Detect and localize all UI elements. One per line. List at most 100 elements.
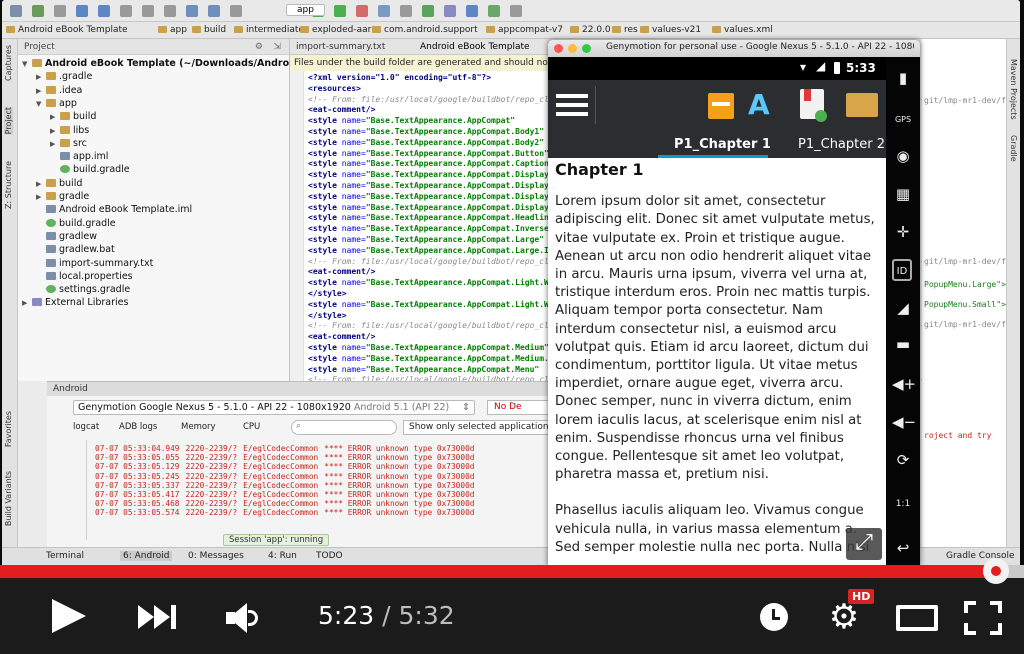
toolbar-icon[interactable]: [164, 5, 176, 17]
device-select[interactable]: Genymotion Google Nexus 5 - 5.1.0 - API …: [73, 400, 475, 415]
maximize-icon[interactable]: [582, 44, 591, 53]
next-icon[interactable]: [138, 605, 178, 629]
fullscreen-icon[interactable]: ⤢: [846, 528, 882, 560]
breadcrumb-item[interactable]: build: [192, 25, 226, 35]
tree-row[interactable]: ▶ .idea: [36, 84, 82, 97]
sms-icon[interactable]: ▬: [892, 333, 914, 355]
toolbar-icon[interactable]: [510, 5, 522, 17]
project-panel-title[interactable]: Project: [24, 42, 55, 52]
tree-row[interactable]: ▶ build: [36, 177, 82, 190]
chevron-right-icon[interactable]: ▶: [36, 85, 44, 98]
bookmark-add-icon[interactable]: [800, 89, 827, 122]
breadcrumb-item[interactable]: exploded-aar: [300, 25, 371, 35]
breadcrumb-item[interactable]: com.android.support: [372, 25, 478, 35]
tab-project[interactable]: Project: [4, 107, 13, 135]
chevron-right-icon[interactable]: ▶: [36, 71, 44, 84]
toolbar-icon[interactable]: [230, 5, 242, 17]
tab-gradle[interactable]: Gradle: [1009, 135, 1018, 162]
battery-widget-icon[interactable]: ▮: [892, 67, 914, 89]
chevron-right-icon[interactable]: ▶: [50, 125, 58, 138]
volume-icon[interactable]: [226, 603, 270, 633]
breadcrumb-item[interactable]: app: [158, 25, 187, 35]
breadcrumb-item[interactable]: res: [612, 25, 638, 35]
tree-row[interactable]: Android eBook Template.iml: [36, 203, 192, 216]
tab-messages[interactable]: 0: Messages: [188, 551, 244, 561]
toolbar-icon[interactable]: [98, 5, 110, 17]
breadcrumb-item[interactable]: appcompat-v7: [486, 25, 563, 35]
tab-run[interactable]: 4: Run: [268, 551, 297, 561]
back-icon[interactable]: ↩: [892, 537, 914, 559]
tree-row[interactable]: settings.gradle: [36, 283, 130, 296]
webcam-icon[interactable]: ◉: [892, 145, 914, 167]
network-icon[interactable]: ◢: [892, 297, 914, 319]
tree-row[interactable]: ▶ External Libraries: [22, 296, 128, 309]
toolbar-icon[interactable]: [488, 5, 500, 17]
fullscreen-player-icon[interactable]: [964, 601, 1002, 635]
breadcrumb-item[interactable]: values-v21: [640, 25, 701, 35]
toolbar-icon[interactable]: [120, 5, 132, 17]
tab-logcat[interactable]: logcat: [73, 422, 99, 432]
close-icon[interactable]: [554, 44, 563, 53]
id-icon[interactable]: ID: [892, 259, 912, 281]
tab-captures[interactable]: Captures: [4, 45, 13, 81]
tab-cpu[interactable]: CPU: [233, 422, 260, 432]
tree-row[interactable]: local.properties: [36, 270, 133, 283]
toolbar-icon[interactable]: [186, 5, 198, 17]
minimize-icon[interactable]: [568, 44, 577, 53]
chevron-down-icon[interactable]: ▼: [22, 58, 30, 71]
settings-icon[interactable]: ⚙: [255, 42, 263, 52]
chevron-down-icon[interactable]: ▼: [36, 98, 44, 111]
chevron-right-icon[interactable]: ▶: [36, 191, 44, 204]
breadcrumb-item[interactable]: Android eBook Template: [6, 25, 128, 35]
settings-gear-icon[interactable]: ⚙: [826, 599, 862, 635]
tree-row[interactable]: app.iml: [50, 150, 108, 163]
toolbar-icon[interactable]: [142, 5, 154, 17]
toolbar-icon[interactable]: [10, 5, 22, 17]
tree-row[interactable]: ▶ build: [50, 110, 96, 123]
toolbar-icon[interactable]: [32, 5, 44, 17]
breadcrumb-item[interactable]: values.xml: [712, 25, 773, 35]
toolbar-icon[interactable]: [400, 5, 412, 17]
gps-icon[interactable]: GPS: [892, 105, 914, 127]
toolbar-icon[interactable]: [208, 5, 220, 17]
rotate-icon[interactable]: ⟳: [892, 449, 914, 471]
chevron-right-icon[interactable]: ▶: [50, 111, 58, 124]
collapse-icon[interactable]: ⇲: [273, 42, 281, 52]
breadcrumb-item[interactable]: intermediates: [234, 25, 309, 35]
watch-later-icon[interactable]: [760, 603, 788, 631]
tab-android-ebook-template[interactable]: Android eBook Template: [420, 42, 530, 52]
tab-terminal[interactable]: Terminal: [46, 551, 84, 561]
tab-maven-projects[interactable]: Maven Projects: [1009, 59, 1018, 120]
capture-icon[interactable]: ▦: [892, 183, 914, 205]
font-icon[interactable]: A: [748, 88, 778, 122]
tab-android[interactable]: 6: Android: [120, 551, 173, 561]
filter-select[interactable]: Show only selected application: [403, 420, 553, 435]
toolbar-icon[interactable]: [466, 5, 478, 17]
dpad-icon[interactable]: ✛: [892, 221, 914, 243]
tree-row[interactable]: ▶ src: [50, 137, 87, 150]
tree-row[interactable]: gradlew: [36, 230, 97, 243]
tab-import-summary[interactable]: import-summary.txt: [296, 42, 385, 52]
tree-row[interactable]: ▶ libs: [50, 124, 89, 137]
tab-build-variants[interactable]: Build Variants: [4, 471, 13, 526]
logcat-search-input[interactable]: ⌕: [291, 420, 397, 435]
tree-row[interactable]: build.gradle: [50, 163, 130, 176]
tab-chapter-1[interactable]: P1_Chapter 1: [674, 137, 771, 152]
tab-gradle-console[interactable]: Gradle Console: [946, 551, 1015, 561]
pixel-perfect-icon[interactable]: 1:1: [892, 493, 914, 515]
volume-down-icon[interactable]: ◀−: [892, 411, 916, 433]
run-config-select[interactable]: app: [286, 4, 325, 16]
volume-up-icon[interactable]: ◀+: [892, 373, 916, 395]
logcat-output[interactable]: 07-07 05:33:04.949 2220-2239/? E/eglCodecC…: [95, 444, 480, 518]
toolbar-icon[interactable]: [334, 5, 346, 17]
play-icon[interactable]: [52, 599, 86, 633]
toolbar-icon[interactable]: [356, 5, 368, 17]
toolbar-icon[interactable]: [444, 5, 456, 17]
menu-icon[interactable]: [556, 92, 588, 118]
tab-structure[interactable]: Z: Structure: [4, 161, 13, 209]
tree-row[interactable]: ▶ gradle: [36, 190, 89, 203]
chevron-right-icon[interactable]: ▶: [50, 138, 58, 151]
toolbar-icon[interactable]: [378, 5, 390, 17]
folder-icon[interactable]: [846, 93, 878, 117]
toolbar-icon[interactable]: [422, 5, 434, 17]
